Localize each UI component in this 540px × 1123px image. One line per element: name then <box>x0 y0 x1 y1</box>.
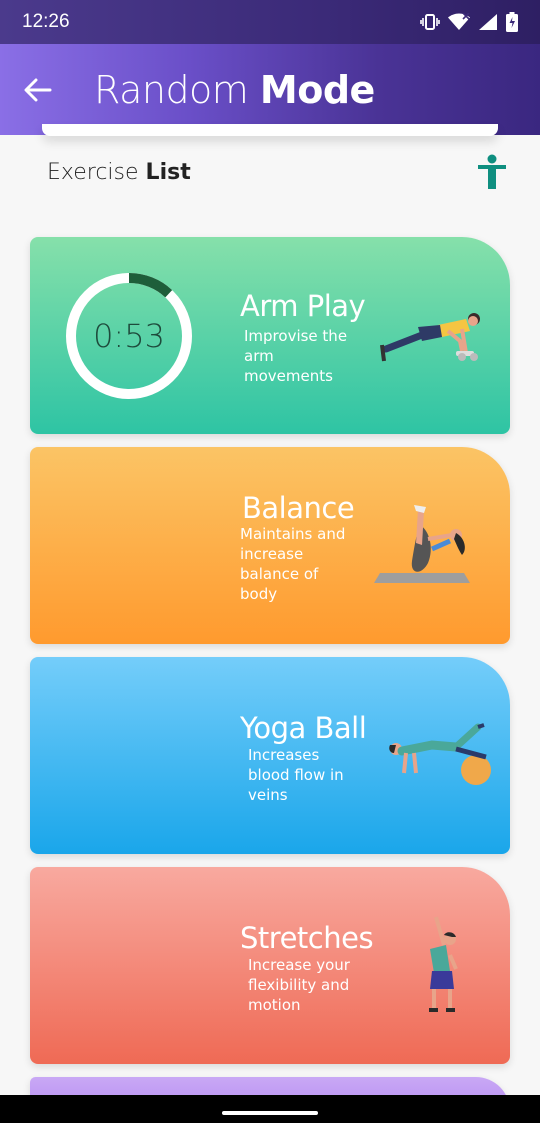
card-description: Improvise the arm movements <box>244 327 348 385</box>
page-title: Random Mode <box>94 68 375 112</box>
card-title: Arm Play <box>240 289 366 323</box>
card-title: Stretches <box>240 921 374 955</box>
section-title: Exercise List <box>47 160 191 185</box>
exercise-card-yoga-ball[interactable]: Yoga Ball Increases blood flow in veins <box>30 657 510 854</box>
battery-icon <box>506 12 518 32</box>
section-header: Exercise List <box>47 152 507 192</box>
card-description: Increases blood flow in veins <box>248 746 344 804</box>
home-gesture-handle[interactable] <box>222 1111 318 1115</box>
page-title-light: Random <box>94 67 260 112</box>
card-description: Increase your flexibility and motion <box>248 956 350 1014</box>
stretches-illustration <box>429 916 458 1012</box>
status-icons <box>420 12 518 32</box>
vibrate-icon <box>420 14 440 30</box>
card-title: Yoga Ball <box>240 711 367 745</box>
exercise-card-stretches[interactable]: Stretches Increase your flexibility and … <box>30 867 510 1064</box>
card-description: Maintains and increase balance of body <box>240 525 346 603</box>
balance-illustration <box>374 505 470 583</box>
status-bar: 12:26 <box>0 0 540 44</box>
header-card-shadow <box>42 124 498 136</box>
page-title-bold: Mode <box>259 67 375 112</box>
accessibility-icon[interactable] <box>477 154 507 190</box>
exercise-card-arm-play[interactable]: 0:53 Arm Play Improvise the arm movement… <box>30 237 510 434</box>
timer-value: 0:53 <box>93 317 165 355</box>
signal-icon <box>479 14 497 30</box>
card-title: Balance <box>242 491 355 525</box>
system-nav-bar <box>0 1095 540 1123</box>
section-title-bold: List <box>145 159 191 185</box>
wifi-icon <box>448 13 470 30</box>
section-title-light: Exercise <box>47 159 146 185</box>
exercise-card-balance[interactable]: Balance Maintains and increase balance o… <box>30 447 510 644</box>
arrow-left-icon <box>24 78 52 101</box>
yoga-ball-illustration <box>389 723 491 785</box>
arm-play-illustration <box>380 313 480 362</box>
back-button[interactable] <box>0 44 76 135</box>
app-bar: Random Mode <box>0 44 540 135</box>
countdown-timer: 0:53 <box>65 272 193 400</box>
status-time: 12:26 <box>22 11 70 32</box>
